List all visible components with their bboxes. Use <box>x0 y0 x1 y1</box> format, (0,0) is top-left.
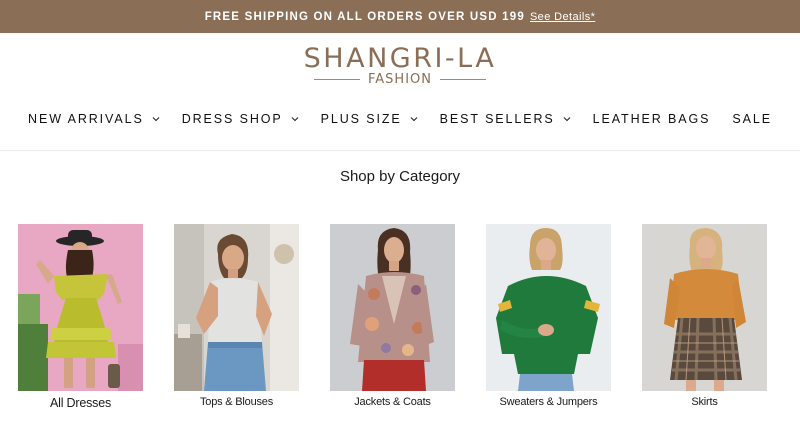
nav-item-best-sellers[interactable]: BEST SELLERS <box>440 112 571 126</box>
nav-label: SALE <box>732 112 772 126</box>
announcement-bar: FREE SHIPPING ON ALL ORDERS OVER USD 199… <box>0 0 800 33</box>
category-card-all-dresses[interactable]: All Dresses <box>18 224 143 410</box>
category-image <box>18 224 143 391</box>
header-divider <box>0 150 800 151</box>
chevron-down-icon <box>410 117 418 122</box>
logo-brand: SHANGRI-LA <box>303 43 497 74</box>
category-label: All Dresses <box>49 396 111 410</box>
nav-item-leather-bags[interactable]: LEATHER BAGS <box>593 112 711 126</box>
see-details-link[interactable]: See Details* <box>530 11 595 23</box>
nav-label: NEW ARRIVALS <box>28 112 144 126</box>
announcement-text: FREE SHIPPING ON ALL ORDERS OVER USD 199 <box>204 10 525 23</box>
logo-line-right <box>440 79 486 80</box>
category-label: Skirts <box>691 396 718 408</box>
category-card-tops-blouses[interactable]: Tops & Blouses <box>174 224 299 408</box>
main-nav: NEW ARRIVALS DRESS SHOP PLUS SIZE BEST S… <box>0 108 800 130</box>
chevron-down-icon <box>291 117 299 122</box>
logo-line-left <box>314 79 360 80</box>
nav-item-sale[interactable]: SALE <box>732 112 772 126</box>
chevron-down-icon <box>563 117 571 122</box>
category-image <box>642 224 767 391</box>
nav-item-dress-shop[interactable]: DRESS SHOP <box>182 112 299 126</box>
logo-sub: FASHION <box>368 72 432 87</box>
category-image <box>486 224 611 391</box>
site-logo[interactable]: SHANGRI-LA FASHION <box>0 43 800 88</box>
category-label: Jackets & Coats <box>354 396 431 408</box>
nav-item-plus-size[interactable]: PLUS SIZE <box>321 112 418 126</box>
category-label: Tops & Blouses <box>199 396 274 408</box>
nav-label: LEATHER BAGS <box>592 112 711 126</box>
category-card-skirts[interactable]: Skirts <box>642 224 767 408</box>
nav-label: DRESS SHOP <box>181 112 283 126</box>
chevron-down-icon <box>152 117 160 122</box>
category-image <box>330 224 455 391</box>
category-label: Sweaters & Jumpers <box>499 396 598 408</box>
section-title: Shop by Category <box>339 168 461 185</box>
category-card-sweaters-jumpers[interactable]: Sweaters & Jumpers <box>486 224 611 408</box>
nav-item-new-arrivals[interactable]: NEW ARRIVALS <box>28 112 160 126</box>
nav-label: PLUS SIZE <box>320 112 402 126</box>
category-card-jackets-coats[interactable]: Jackets & Coats <box>330 224 455 408</box>
category-grid: All Dresses Tops & Blouses Jackets & Coa… <box>18 224 782 444</box>
logo-sub-row: FASHION <box>0 72 800 87</box>
nav-label: BEST SELLERS <box>439 112 555 126</box>
category-image <box>174 224 299 391</box>
